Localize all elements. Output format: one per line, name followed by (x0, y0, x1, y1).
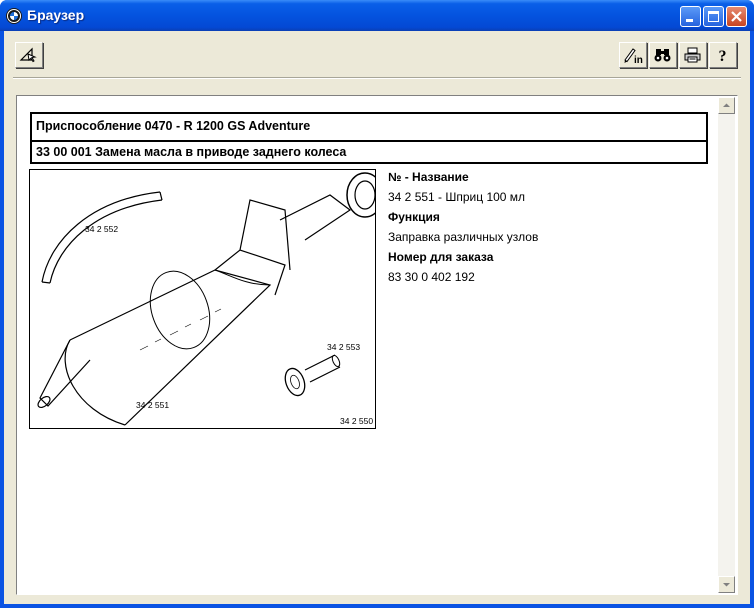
maximize-icon (708, 11, 719, 22)
document-view[interactable]: Приспособление 0470 - R 1200 GS Adventur… (18, 97, 718, 593)
maximize-button[interactable] (703, 6, 724, 27)
number-value: 34 2 551 - Шприц 100 мл (388, 190, 526, 204)
syringe-illustration: 34 2 552 34 2 553 34 2 551 34 2 550 (29, 169, 384, 429)
navigation-button[interactable] (15, 42, 43, 68)
order-value: 83 30 0 402 192 (388, 270, 475, 284)
search-button[interactable] (649, 42, 677, 68)
syringe-drawing: 34 2 552 34 2 553 34 2 551 34 2 550 (37, 172, 384, 426)
label-syringe: 34 2 551 (136, 400, 169, 410)
print-button[interactable] (679, 42, 707, 68)
help-icon: ? (719, 48, 727, 64)
pen-info-icon: in (624, 48, 643, 64)
navigation-icon (19, 47, 37, 63)
arrow-up-icon (723, 103, 730, 107)
label-figure-id: 34 2 550 (340, 416, 373, 426)
info-button[interactable]: in (619, 42, 647, 68)
label-hose: 34 2 552 (85, 224, 118, 234)
content-frame: Приспособление 0470 - R 1200 GS Adventur… (16, 95, 738, 595)
close-icon (731, 11, 742, 22)
function-title: Функция (388, 210, 440, 224)
window-title: Браузер (27, 7, 85, 23)
scroll-down-button[interactable] (718, 576, 735, 593)
title-bar[interactable]: Браузер (0, 0, 754, 31)
help-button[interactable]: ? (709, 42, 737, 68)
svg-text:?: ? (719, 48, 727, 64)
vertical-scrollbar[interactable] (718, 97, 735, 593)
client-area: in ? Приспособление 0470 - R 1200 GS Adv… (4, 31, 750, 604)
scroll-up-button[interactable] (718, 97, 735, 114)
arrow-down-icon (723, 583, 730, 587)
label-plug: 34 2 553 (327, 342, 360, 352)
minimize-icon (686, 19, 693, 22)
print-icon (684, 47, 701, 63)
minimize-button[interactable] (680, 6, 701, 27)
bmw-logo-icon (6, 8, 22, 24)
tool-header: Приспособление 0470 - R 1200 GS Adventur… (30, 112, 708, 142)
toolbar-separator (13, 77, 741, 79)
browser-window: Браузер in ? Приспособление 0470 - R 120… (0, 0, 754, 608)
svg-text:in: in (634, 55, 643, 64)
number-title: № - Название (388, 170, 469, 184)
binoculars-icon (654, 49, 671, 62)
part-info: № - Название 34 2 551 - Шприц 100 мл Фун… (388, 169, 708, 289)
function-value: Заправка различных узлов (388, 230, 539, 244)
order-title: Номер для заказа (388, 250, 494, 264)
procedure-header: 33 00 001 Замена масла в приводе заднего… (30, 140, 708, 164)
close-button[interactable] (726, 6, 747, 27)
